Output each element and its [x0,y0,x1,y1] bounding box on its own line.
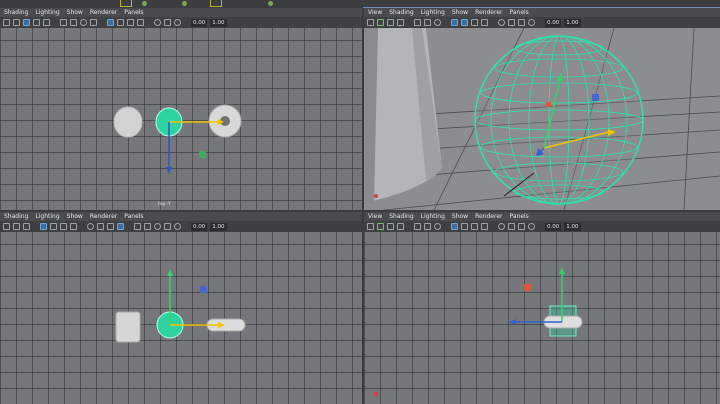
wireframe-sphere[interactable] [474,35,644,205]
xray-icon[interactable] [498,19,505,26]
viewport-menubar: View Shading Lighting Show Renderer Pane… [364,8,720,17]
move-icon[interactable] [387,19,394,26]
viewport-persp[interactable]: View Shading Lighting Show Renderer Pane… [363,7,720,211]
side-view-scene [374,267,583,396]
front-view-scene [115,269,246,343]
menu-show[interactable]: Show [452,8,468,17]
viewport-toolbar: 0.00 1.00 [364,17,720,28]
pane-divider-horizontal[interactable] [0,210,720,212]
gray-cylinder[interactable] [115,311,141,343]
wireframe-icon[interactable] [434,19,441,26]
viewport-side[interactable]: View Shading Lighting Show Renderer Pane… [364,212,720,404]
light-icon[interactable] [471,19,478,26]
gate-icon[interactable] [518,19,525,26]
app-header-strip [0,0,720,8]
plane-handle-icon[interactable] [199,151,206,158]
keyframe-marker-icon [210,0,222,7]
exposure-field[interactable]: 0.00 [545,18,562,27]
grid-icon[interactable] [414,19,421,26]
menu-renderer[interactable]: Renderer [475,8,502,17]
z-axis-arrow-icon[interactable] [509,319,516,325]
status-dot-icon [182,1,187,6]
gray-sphere[interactable] [113,106,143,138]
y-axis-arrow-icon[interactable] [559,267,565,274]
shadow-icon[interactable] [481,19,488,26]
plane-handle-icon[interactable] [200,286,207,293]
gamma-field[interactable]: 1.00 [564,18,581,27]
camera-icon[interactable] [424,19,431,26]
status-dot-icon [268,1,273,6]
plane-handle-icon[interactable] [546,102,551,107]
smooth-shade-icon[interactable] [451,19,458,26]
viewport-top[interactable]: Shading Lighting Show Renderer Panels 0.… [0,8,362,210]
rotate-icon[interactable] [397,19,404,26]
isolate-icon[interactable] [508,19,515,26]
view-axis-icon [374,392,378,396]
select-tool-icon[interactable] [367,19,374,26]
menu-panels[interactable]: Panels [509,8,528,17]
lasso-icon[interactable] [377,19,384,26]
y-axis-arrow-icon[interactable] [167,269,173,276]
menu-lighting[interactable]: Lighting [421,8,445,17]
gear-icon[interactable] [528,19,535,26]
keyframe-marker-icon [120,0,132,7]
menu-view[interactable]: View [368,8,382,17]
plane-handle-icon[interactable] [524,284,531,291]
texture-icon[interactable] [461,19,468,26]
status-dot-icon [142,1,147,6]
plane-handle-icon[interactable] [592,94,599,101]
view-axis-icon [374,194,378,198]
menu-shading[interactable]: Shading [389,8,413,17]
top-view-scene [113,104,242,174]
z-axis-arrow-icon[interactable] [166,167,172,174]
pane-divider-vertical[interactable] [362,8,364,404]
viewport-front[interactable]: Shading Lighting Show Renderer Panels 0.… [0,212,362,404]
camera-label: top -Y [158,202,171,207]
persp-scene [364,27,720,210]
